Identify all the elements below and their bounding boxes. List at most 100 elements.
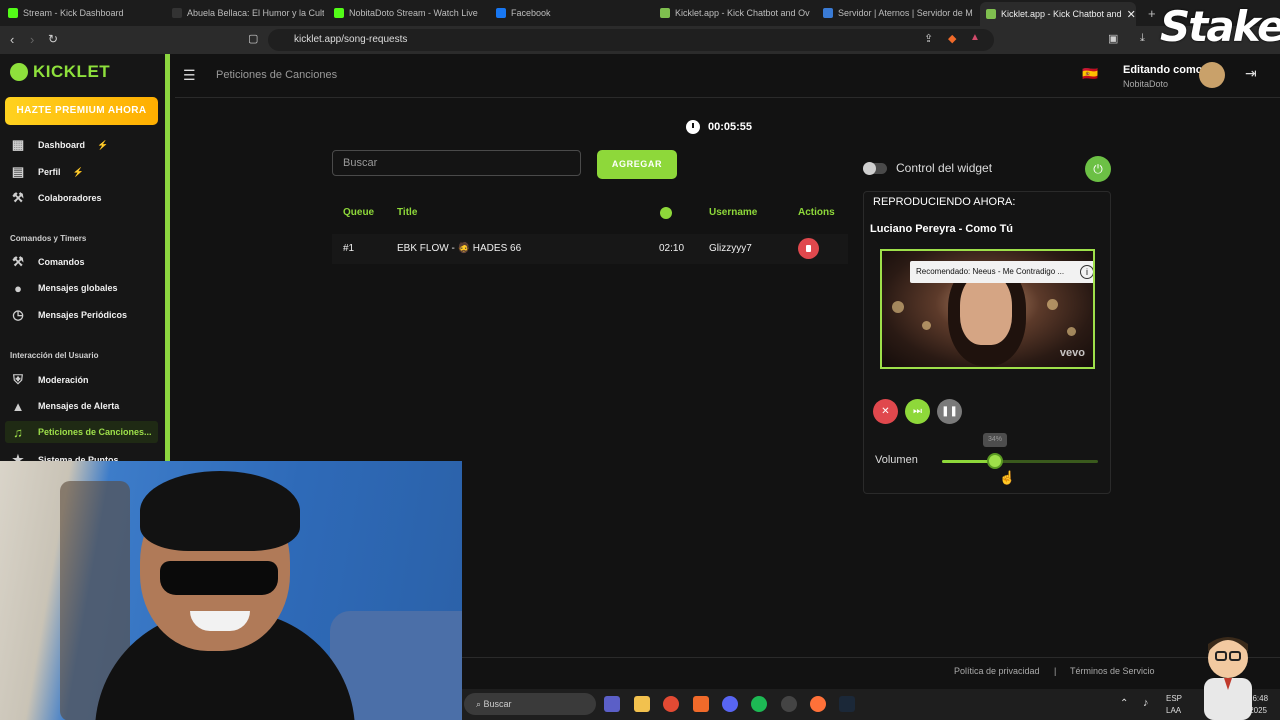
file-explorer-icon[interactable] xyxy=(634,696,650,712)
webcam-overlay xyxy=(0,461,462,720)
recommended-banner[interactable]: Recomendado: Neeus - Me Contradigo ... i xyxy=(910,261,1093,283)
sidebar-item-song-requests[interactable]: ♫ Peticiones de Canciones... xyxy=(5,421,158,443)
kicklet-logo[interactable]: KICKLET xyxy=(10,62,110,82)
search-input[interactable] xyxy=(332,150,581,176)
add-button[interactable]: AGREGAR xyxy=(597,150,677,179)
grid-icon: ▦ xyxy=(11,137,25,152)
widget-control-toggle[interactable] xyxy=(863,162,887,175)
browser-tab-bar: Stream - Kick Dashboard Abuela Bellaca: … xyxy=(0,0,1280,26)
bookmark-icon[interactable]: ▢ xyxy=(248,32,258,45)
skip-button[interactable]: ⏭ xyxy=(905,399,930,424)
tab-favicon-icon xyxy=(496,8,506,18)
language-indicator[interactable]: ESP xyxy=(1166,694,1182,703)
browser-tab[interactable]: Servidor | Aternos | Servidor de Minecra… xyxy=(817,3,973,23)
tab-favicon-icon xyxy=(823,8,833,18)
browser-tab[interactable]: Abuela Bellaca: El Humor y la Cultura xyxy=(166,3,324,23)
sidebar-item-commands[interactable]: ⚒ Comandos xyxy=(10,251,158,273)
sidebar-item-periodic-messages[interactable]: ◷ Mensajes Periódicos xyxy=(10,304,158,326)
footer xyxy=(462,657,1280,687)
sidebar-toggle-icon[interactable]: ▣ xyxy=(1108,32,1118,45)
tab-favicon-icon xyxy=(334,8,344,18)
sidebar-item-collaborators[interactable]: ⚒ Colaboradores xyxy=(10,187,158,209)
info-icon[interactable]: i xyxy=(1080,265,1093,279)
queue-cell: #1 xyxy=(343,243,355,254)
column-header-title: Title xyxy=(397,207,418,218)
sidebar-item-profile[interactable]: ▤ Perfil ⚡ xyxy=(10,161,158,183)
duration-clock-icon xyxy=(660,207,672,219)
alert-icon: ▲ xyxy=(11,398,25,414)
clock-icon: ◷ xyxy=(12,307,24,322)
browser-tab[interactable]: Kicklet.app - Kick Chatbot and Overlays xyxy=(654,3,810,23)
column-header-queue: Queue xyxy=(343,207,375,218)
clock-icon xyxy=(686,120,700,134)
microphone-icon[interactable]: ♪ xyxy=(1143,697,1149,709)
firefox-icon[interactable] xyxy=(810,696,826,712)
menu-toggle-icon[interactable]: ☰ xyxy=(183,67,196,84)
pause-button[interactable]: ❚❚ xyxy=(937,399,962,424)
close-tab-icon[interactable]: ✕ xyxy=(1127,8,1136,21)
skip-icon: ⏭ xyxy=(913,406,922,417)
mascot-icon xyxy=(1204,637,1252,720)
browser-tab[interactable]: Stream - Kick Dashboard xyxy=(2,3,162,23)
search-icon: ⌕ xyxy=(476,699,484,709)
sidebar-item-global-messages[interactable]: ● Mensajes globales xyxy=(10,277,158,299)
footer-separator: | xyxy=(1054,666,1057,676)
url-bar[interactable]: kicklet.app/song-requests xyxy=(268,29,994,51)
sidebar-item-alert-messages[interactable]: ▲ Mensajes de Alerta xyxy=(10,395,158,417)
power-button[interactable]: ⏻ xyxy=(1085,156,1111,182)
stake-logo: Stake xyxy=(1160,2,1280,51)
tab-favicon-icon xyxy=(8,8,18,18)
avatar[interactable] xyxy=(1199,62,1225,88)
volume-label: Volumen xyxy=(875,454,918,466)
browser-tab[interactable]: Facebook xyxy=(490,3,640,23)
column-header-actions: Actions xyxy=(798,207,835,218)
forward-icon[interactable]: › xyxy=(30,32,34,47)
volume-slider[interactable] xyxy=(942,460,1098,463)
section-heading: Comandos y Timers xyxy=(10,234,87,243)
spotify-icon[interactable] xyxy=(751,696,767,712)
premium-button[interactable]: HAZTE PREMIUM AHORA xyxy=(5,97,158,125)
profile-icon: ▤ xyxy=(11,164,25,179)
hammer-icon: ⚒ xyxy=(12,254,24,269)
privacy-link[interactable]: Política de privacidad xyxy=(954,666,1040,676)
title-cell: EBK FLOW - 🧔 HADES 66 xyxy=(397,243,522,254)
teams-icon[interactable] xyxy=(604,696,620,712)
column-header-username: Username xyxy=(709,207,758,218)
shield-icon: ⛨ xyxy=(13,372,23,387)
browser-toolbar: ‹ › ↻ ▢ kicklet.app/song-requests ⇪ ◆ ▲ … xyxy=(0,26,1280,54)
section-heading: Interacción del Usuario xyxy=(10,351,99,360)
discord-icon[interactable] xyxy=(722,696,738,712)
delete-button[interactable] xyxy=(798,238,819,259)
page-header: ☰ Peticiones de Canciones 🇪🇸 Editando co… xyxy=(175,54,1280,98)
terms-link[interactable]: Términos de Servicio xyxy=(1070,666,1155,676)
chrome-icon[interactable] xyxy=(663,696,679,712)
reload-icon[interactable]: ↻ xyxy=(48,32,58,46)
chat-icon: ● xyxy=(14,280,22,296)
username-label: NobitaDoto xyxy=(1123,79,1169,89)
taskbar-search[interactable]: ⌕ Buscar xyxy=(464,693,596,715)
video-player[interactable]: Recomendado: Neeus - Me Contradigo ... i … xyxy=(880,249,1095,369)
download-icon[interactable]: ⤓ xyxy=(1140,32,1145,45)
app-icon[interactable] xyxy=(781,696,797,712)
brave-shield-icon[interactable]: ◆ xyxy=(948,32,956,45)
new-tab-icon[interactable]: + xyxy=(1142,3,1162,23)
sidebar-item-moderation[interactable]: ⛨ Moderación xyxy=(10,369,158,391)
rewards-icon[interactable]: ▲ xyxy=(970,32,980,43)
now-playing-label: REPRODUCIENDO AHORA: xyxy=(873,196,1016,208)
stop-button[interactable]: ✕ xyxy=(873,399,898,424)
browser-tab[interactable]: NobitaDoto Stream - Watch Live xyxy=(328,3,478,23)
logout-icon[interactable]: ⇥ xyxy=(1245,65,1257,82)
back-icon[interactable]: ‹ xyxy=(10,32,14,47)
tray-chevron-icon[interactable]: ⌃ xyxy=(1120,698,1128,709)
tab-favicon-icon xyxy=(172,8,182,18)
steam-icon[interactable] xyxy=(839,696,855,712)
language-flag[interactable]: 🇪🇸 xyxy=(1082,66,1098,82)
widget-control-label: Control del widget xyxy=(896,161,993,175)
brave-icon[interactable] xyxy=(693,696,709,712)
sidebar-item-dashboard[interactable]: ▦ Dashboard ⚡ xyxy=(10,134,158,156)
volume-tooltip: 34% xyxy=(983,433,1007,447)
volume-knob[interactable] xyxy=(987,453,1003,469)
share-icon[interactable]: ⇪ xyxy=(924,32,933,45)
browser-tab-active[interactable]: Kicklet.app - Kick Chatbot and ✕ xyxy=(980,2,1136,26)
tools-icon: ⚒ xyxy=(12,190,24,205)
